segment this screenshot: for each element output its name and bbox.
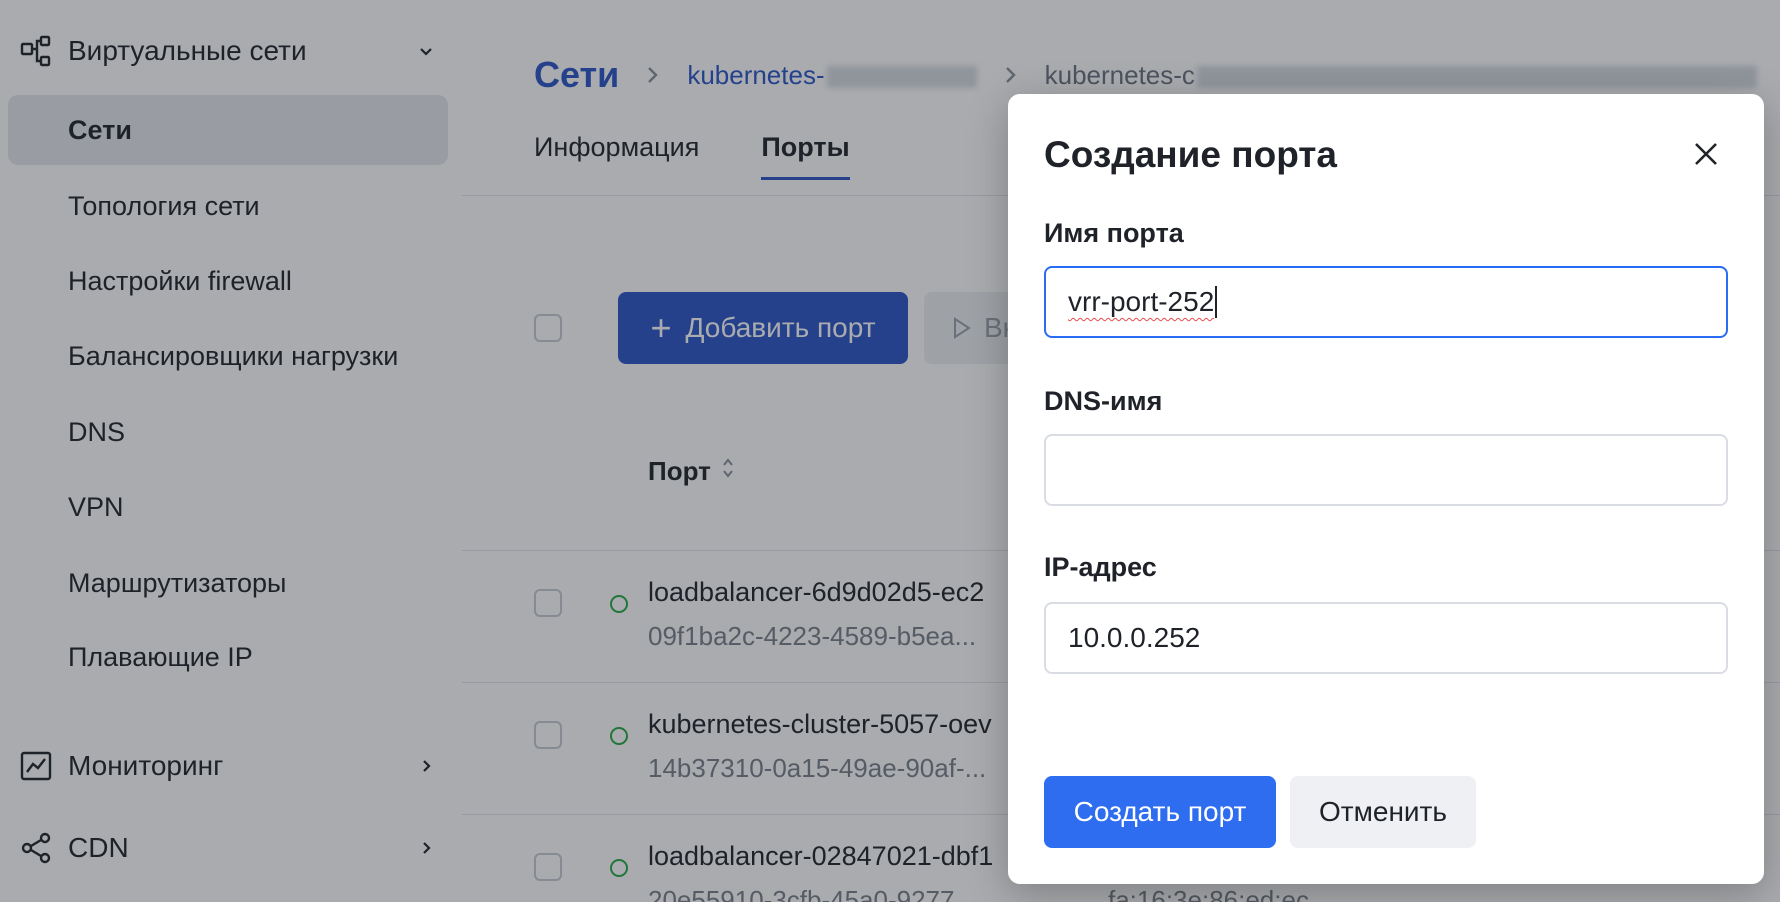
- port-name-input[interactable]: vrr-port-252: [1044, 266, 1728, 338]
- port-name-value: vrr-port-252: [1068, 286, 1215, 317]
- create-port-button[interactable]: Создать порт: [1044, 776, 1276, 848]
- create-port-dialog: Создание порта Имя порта vrr-port-252 DN…: [1008, 94, 1764, 884]
- ip-address-input[interactable]: 10.0.0.252: [1044, 602, 1728, 674]
- cancel-button[interactable]: Отменить: [1290, 776, 1476, 848]
- dialog-title: Создание порта: [1044, 134, 1338, 175]
- dns-name-input[interactable]: [1044, 434, 1728, 506]
- ip-address-value: 10.0.0.252: [1068, 622, 1201, 653]
- close-icon[interactable]: [1684, 132, 1728, 176]
- text-caret: [1215, 286, 1218, 318]
- dns-name-label: DNS-имя: [1044, 386, 1163, 416]
- port-name-label: Имя порта: [1044, 218, 1184, 248]
- ip-address-label: IP-адрес: [1044, 552, 1157, 582]
